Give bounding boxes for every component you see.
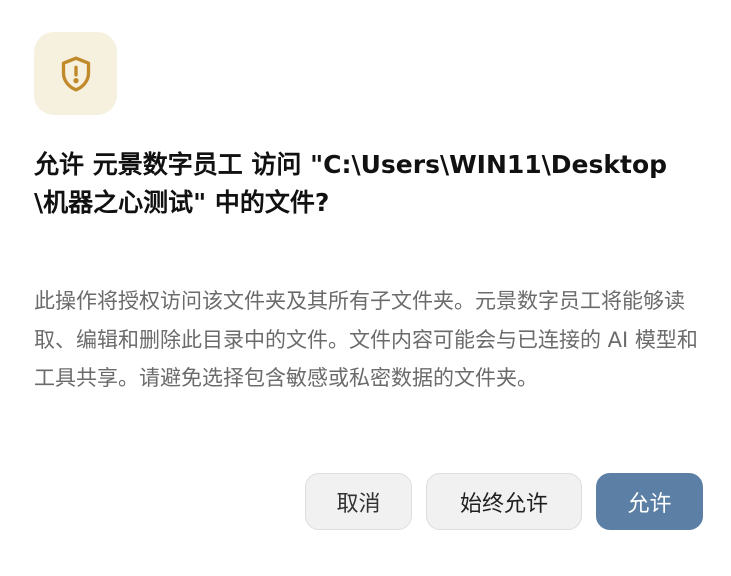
cancel-button[interactable]: 取消 [305, 473, 412, 530]
allow-button[interactable]: 允许 [596, 473, 703, 530]
warning-icon-container [34, 32, 117, 115]
dialog-title: 允许 元景数字员工 访问 "C:\Users\WIN11\Desktop\机器之… [34, 150, 668, 217]
always-allow-button[interactable]: 始终允许 [426, 473, 582, 530]
dialog-description: 此操作将授权访问该文件夹及其所有子文件夹。元景数字员工将能够读取、编辑和删除此目… [34, 289, 698, 390]
shield-alert-icon [61, 56, 90, 92]
dialog-actions: 取消 始终允许 允许 [305, 473, 703, 530]
permission-dialog: 允许 元景数字员工 访问 "C:\Users\WIN11\Desktop\机器之… [0, 0, 731, 576]
